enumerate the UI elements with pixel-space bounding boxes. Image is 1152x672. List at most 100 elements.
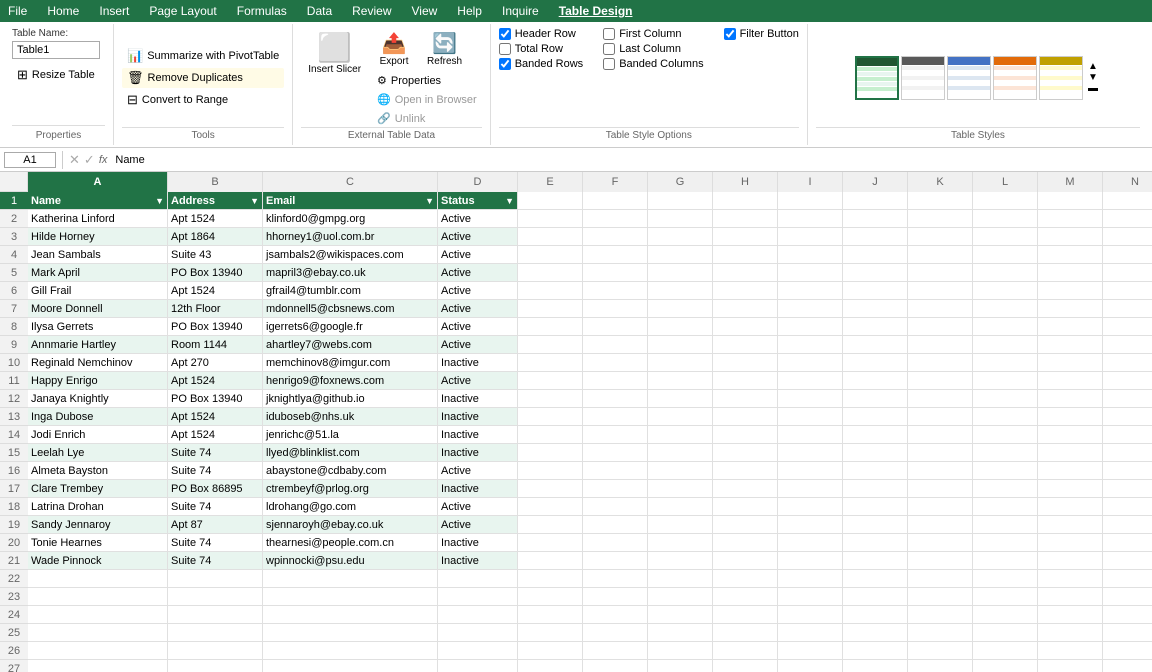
data-cell-8-0[interactable]: Annmarie Hartley — [28, 336, 168, 354]
banded-rows-checkbox[interactable] — [499, 58, 511, 70]
data-cell-20-1[interactable]: Suite 74 — [168, 552, 263, 570]
empty-cell-25-extra-8[interactable] — [1038, 642, 1103, 660]
empty-cell-11-8[interactable] — [1038, 390, 1103, 408]
empty-cell-0-3[interactable] — [713, 192, 778, 210]
file-menu[interactable]: File — [8, 4, 27, 18]
empty-cell-4-4[interactable] — [778, 264, 843, 282]
empty-cell-12-9[interactable] — [1103, 408, 1152, 426]
col-header-F[interactable]: F — [583, 172, 648, 192]
col-header-N[interactable]: N — [1103, 172, 1152, 192]
empty-cell-25-extra-0[interactable] — [518, 642, 583, 660]
empty-cell-23-2[interactable] — [263, 606, 438, 624]
empty-cell-9-7[interactable] — [973, 354, 1038, 372]
empty-cell-21-extra-3[interactable] — [713, 570, 778, 588]
empty-cell-19-6[interactable] — [908, 534, 973, 552]
data-cell-15-3[interactable]: Active — [438, 462, 518, 480]
empty-cell-8-5[interactable] — [843, 336, 908, 354]
insert-slicer-button[interactable]: ⬜ Insert Slicer — [301, 28, 368, 127]
empty-cell-2-2[interactable] — [648, 228, 713, 246]
empty-cell-6-1[interactable] — [583, 300, 648, 318]
empty-cell-24-2[interactable] — [263, 624, 438, 642]
data-cell-1-2[interactable]: klinford0@gmpg.org — [263, 210, 438, 228]
empty-cell-1-2[interactable] — [648, 210, 713, 228]
data-cell-16-2[interactable]: ctrembeyf@prlog.org — [263, 480, 438, 498]
home-menu[interactable]: Home — [47, 4, 79, 18]
col-header-M[interactable]: M — [1038, 172, 1103, 192]
empty-cell-8-7[interactable] — [973, 336, 1038, 354]
empty-cell-6-3[interactable] — [713, 300, 778, 318]
empty-cell-7-2[interactable] — [648, 318, 713, 336]
filter-button-checkbox-label[interactable]: Filter Button — [724, 28, 799, 40]
empty-cell-11-4[interactable] — [778, 390, 843, 408]
empty-cell-7-1[interactable] — [583, 318, 648, 336]
empty-cell-21-extra-6[interactable] — [908, 570, 973, 588]
data-cell-9-1[interactable]: Apt 270 — [168, 354, 263, 372]
row-header-13[interactable]: 13 — [0, 408, 28, 426]
empty-cell-26-2[interactable] — [263, 660, 438, 672]
empty-cell-0-2[interactable] — [648, 192, 713, 210]
data-cell-13-3[interactable]: Inactive — [438, 426, 518, 444]
empty-cell-4-9[interactable] — [1103, 264, 1152, 282]
export-button[interactable]: 📤 Export — [372, 28, 416, 70]
data-cell-3-0[interactable]: Jean Sambals — [28, 246, 168, 264]
empty-cell-25-1[interactable] — [168, 642, 263, 660]
data-cell-17-1[interactable]: Suite 74 — [168, 498, 263, 516]
empty-cell-22-extra-4[interactable] — [778, 588, 843, 606]
empty-cell-19-8[interactable] — [1038, 534, 1103, 552]
col-header-D[interactable]: D — [438, 172, 518, 192]
empty-cell-9-8[interactable] — [1038, 354, 1103, 372]
empty-cell-25-0[interactable] — [28, 642, 168, 660]
header-cell-2[interactable]: Email ▼ — [263, 192, 438, 210]
empty-cell-22-extra-9[interactable] — [1103, 588, 1152, 606]
empty-cell-24-extra-0[interactable] — [518, 624, 583, 642]
row-header-5[interactable]: 5 — [0, 264, 28, 282]
empty-cell-17-0[interactable] — [518, 498, 583, 516]
empty-cell-15-7[interactable] — [973, 462, 1038, 480]
empty-cell-21-0[interactable] — [28, 570, 168, 588]
data-cell-11-2[interactable]: jknightlya@github.io — [263, 390, 438, 408]
empty-cell-12-8[interactable] — [1038, 408, 1103, 426]
empty-cell-23-extra-5[interactable] — [843, 606, 908, 624]
empty-cell-11-6[interactable] — [908, 390, 973, 408]
empty-cell-3-4[interactable] — [778, 246, 843, 264]
row-header-7[interactable]: 7 — [0, 300, 28, 318]
empty-cell-12-7[interactable] — [973, 408, 1038, 426]
empty-cell-6-2[interactable] — [648, 300, 713, 318]
empty-cell-6-4[interactable] — [778, 300, 843, 318]
empty-cell-0-6[interactable] — [908, 192, 973, 210]
empty-cell-0-5[interactable] — [843, 192, 908, 210]
empty-cell-22-extra-3[interactable] — [713, 588, 778, 606]
table-styles-more-button[interactable]: ▲ ▼ ▬ — [1085, 56, 1101, 100]
empty-cell-2-3[interactable] — [713, 228, 778, 246]
data-cell-1-3[interactable]: Active — [438, 210, 518, 228]
data-cell-1-0[interactable]: Katherina Linford — [28, 210, 168, 228]
empty-cell-5-1[interactable] — [583, 282, 648, 300]
empty-cell-24-extra-1[interactable] — [583, 624, 648, 642]
empty-cell-21-extra-9[interactable] — [1103, 570, 1152, 588]
empty-cell-20-1[interactable] — [583, 552, 648, 570]
empty-cell-17-4[interactable] — [778, 498, 843, 516]
empty-cell-6-9[interactable] — [1103, 300, 1152, 318]
empty-cell-10-3[interactable] — [713, 372, 778, 390]
open-browser-button[interactable]: 🌐 Open in Browser — [372, 91, 482, 108]
empty-cell-9-6[interactable] — [908, 354, 973, 372]
empty-cell-26-extra-5[interactable] — [843, 660, 908, 672]
data-cell-14-2[interactable]: llyed@blinklist.com — [263, 444, 438, 462]
empty-cell-1-0[interactable] — [518, 210, 583, 228]
empty-cell-11-5[interactable] — [843, 390, 908, 408]
data-cell-7-3[interactable]: Active — [438, 318, 518, 336]
resize-table-button[interactable]: ⊞ Resize Table — [12, 65, 105, 85]
view-menu[interactable]: View — [412, 4, 438, 18]
empty-cell-13-9[interactable] — [1103, 426, 1152, 444]
empty-cell-7-9[interactable] — [1103, 318, 1152, 336]
data-cell-10-1[interactable]: Apt 1524 — [168, 372, 263, 390]
empty-cell-20-8[interactable] — [1038, 552, 1103, 570]
data-cell-9-2[interactable]: memchinov8@imgur.com — [263, 354, 438, 372]
empty-cell-11-1[interactable] — [583, 390, 648, 408]
data-cell-12-1[interactable]: Apt 1524 — [168, 408, 263, 426]
col-header-E[interactable]: E — [518, 172, 583, 192]
empty-cell-23-extra-8[interactable] — [1038, 606, 1103, 624]
row-header-24[interactable]: 24 — [0, 606, 28, 624]
table-style-swatch-3[interactable] — [947, 56, 991, 100]
header-row-checkbox-label[interactable]: Header Row — [499, 28, 584, 40]
